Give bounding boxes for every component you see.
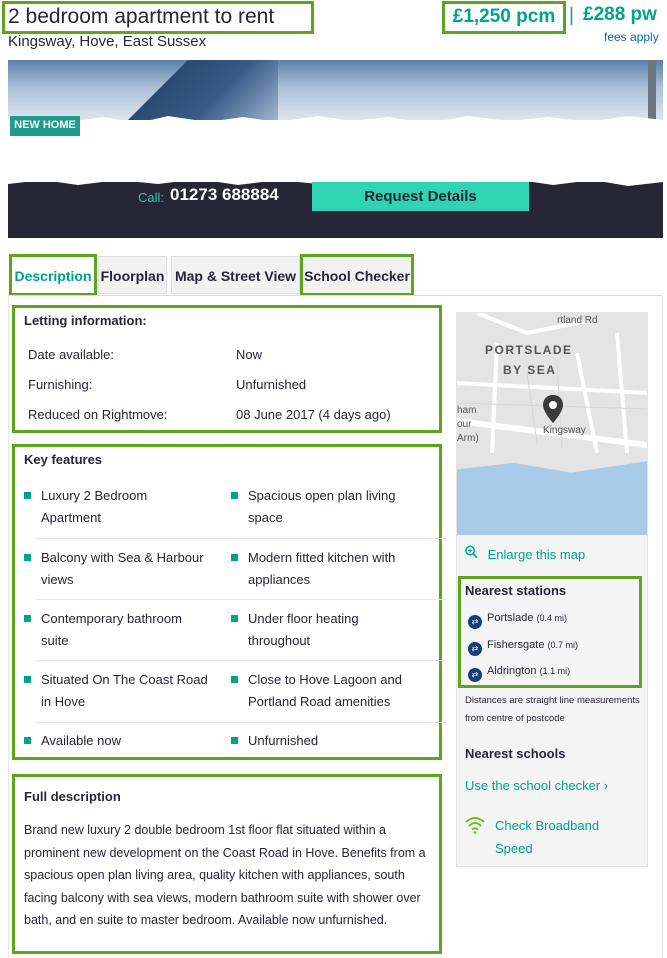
station-distance: (0.4 mi) [536,613,568,623]
request-details-button[interactable]: Request Details [312,182,529,211]
full-description-title: Full description [24,789,121,804]
price-pcm: £1,250 pcm [442,1,566,34]
letting-value: Unfurnished [236,377,307,392]
map-label: rtland Rd [557,315,598,326]
map-pin-icon [543,395,563,423]
call-label: Call: [138,190,165,205]
feature-item: Available now [24,730,209,752]
price-separator: | [569,5,574,26]
rail-icon: ⇄ [468,668,482,682]
school-checker-link[interactable]: Use the school checker › [465,778,608,793]
map-label: our [457,419,472,430]
schools-title: Nearest schools [465,746,566,761]
wifi-icon [465,817,485,834]
feature-item: Luxury 2 Bedroom Apartment [24,485,209,529]
full-description: Full description Brand new luxury 2 doub… [12,774,442,954]
station-name: Portslade [487,612,534,624]
broadband-label: Check Broadband Speed [495,818,600,856]
station-name: Fishersgate [487,639,545,651]
feature-divider [36,722,446,723]
tab-map-street-view[interactable]: Map & Street View [171,256,300,294]
letting-title: Letting information: [24,313,147,328]
map-thumbnail[interactable]: PORTSLADE BY SEA Kingsway rtland Rd ham … [457,313,647,535]
station-item: ⇄ Portslade (0.4 mi) [468,612,567,629]
tab-school-checker[interactable]: School Checker [300,254,414,296]
feature-item: Under floor heating throughout [231,608,416,652]
station-name: Aldrington [487,665,537,677]
tab-floorplan[interactable]: Floorplan [98,256,167,294]
station-item: ⇄ Fishersgate (0.7 mi) [468,639,578,656]
full-description-text: Brand new luxury 2 double bedroom 1st fl… [24,823,426,927]
letting-value: 08 June 2017 (4 days ago) [236,407,391,422]
station-distance: (1.1 mi) [539,666,571,676]
stations-title: Nearest stations [465,583,567,598]
letting-value: Now [236,347,263,362]
letting-key: Furnishing: [28,377,93,392]
rail-icon: ⇄ [468,642,482,656]
feature-item: Close to Hove Lagoon and Portland Road a… [231,669,416,713]
rail-icon: ⇄ [468,615,482,629]
enlarge-map-label: Enlarge this map [487,547,586,562]
enlarge-map-link[interactable]: Enlarge this map [465,545,585,562]
feature-divider [36,660,446,661]
fees-apply-link[interactable]: fees apply [604,30,659,44]
letting-key: Reduced on Rightmove: [28,407,168,422]
feature-item: Balcony with Sea & Harbour views [24,547,209,591]
feature-divider [36,538,446,539]
zoom-in-icon [465,545,478,559]
feature-item: Contemporary bathroom suite [24,608,209,652]
features-title: Key features [24,452,103,467]
letting-information: Letting information: Date available: Now… [12,305,442,433]
nearest-stations: Nearest stations ⇄ Portslade (0.4 mi) ⇄ Fi… [458,576,642,688]
station-distance: (0.7 mi) [547,640,579,650]
map-label: Arm) [457,433,479,444]
phone-number[interactable]: 01273 688884 [170,185,279,205]
letting-key: Date available: [28,347,114,362]
tab-description[interactable]: Description [9,254,97,296]
key-features: Key features Luxury 2 Bedroom Apartment … [12,444,446,760]
distance-note: Distances are straight line measurements… [465,695,640,724]
property-title: 2 bedroom apartment to rent [2,1,314,34]
feature-item: Unfurnished [231,730,416,752]
feature-item: Modern fitted kitchen with appliances [231,547,416,591]
map-label: BY SEA [503,363,557,377]
station-item: ⇄ Aldrington (1.1 mi) [468,665,570,682]
map-label: ham [457,405,477,416]
map-label: PORTSLADE [485,343,573,357]
price-pw: £288 pw [583,4,657,25]
feature-item: Situated On The Coast Road in Hove [24,669,209,713]
feature-divider [36,599,446,600]
torn-edge-top [8,116,663,135]
new-home-badge: NEW HOME [10,116,80,136]
feature-item: Spacious open plan living space [231,485,416,529]
map-label: Kingsway [543,425,586,436]
property-address: Kingsway, Hove, East Sussex [8,33,207,50]
